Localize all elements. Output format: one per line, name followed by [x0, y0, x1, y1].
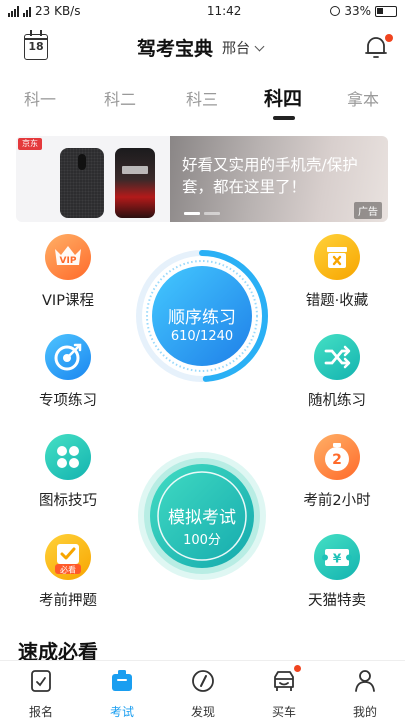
- sequential-practice-label: 顺序练习: [168, 308, 236, 328]
- bottom-navigation: 报名 考试 发现 买车 我的: [0, 660, 405, 720]
- topic-practice-label: 专项练习: [39, 393, 97, 409]
- checklist-icon: 必看: [45, 534, 91, 580]
- store-badge: 京东: [18, 138, 42, 150]
- ticket-icon-text: ¥: [333, 552, 342, 566]
- buy-car-badge: [294, 665, 301, 672]
- tmall-sale-label: 天猫特卖: [308, 593, 366, 609]
- active-tab-indicator: [273, 116, 295, 120]
- nav-buy-car-label: 买车: [271, 705, 296, 719]
- battery-percent: 33%: [344, 4, 371, 18]
- wrong-book-icon: [314, 234, 360, 280]
- phone-case-image: [60, 148, 104, 218]
- calendar-day: 18: [28, 40, 44, 53]
- city-selector[interactable]: 邢台: [222, 38, 265, 58]
- wrong-favorites-label: 错题·收藏: [305, 293, 369, 309]
- network-speed: 23 KB/s: [35, 4, 81, 18]
- signal-icon-2: [23, 6, 31, 17]
- tab-ke2[interactable]: 科二: [104, 86, 136, 110]
- alarm-icon: [330, 6, 341, 16]
- exam-score-text: 100分: [183, 533, 221, 548]
- vip-crown-icon: VIP: [45, 234, 91, 280]
- wrong-favorites-button[interactable]: 错题·收藏: [282, 234, 392, 310]
- nav-mine-label: 我的: [352, 705, 377, 719]
- random-practice-button[interactable]: 随机练习: [282, 334, 392, 410]
- tmall-sale-button[interactable]: ¥ 天猫特卖: [282, 534, 392, 610]
- tab-ke4[interactable]: 科四: [264, 84, 302, 111]
- chevron-down-icon: [254, 41, 265, 51]
- app-screen: 23 KB/s 11:42 33% 18 驾考宝典 邢台 科一 科二 科三 科四…: [0, 0, 405, 720]
- car-icon: [274, 671, 294, 691]
- signup-form-icon: [31, 670, 51, 692]
- nav-discover[interactable]: 发现: [168, 667, 238, 720]
- last-2-hours-label: 考前2小时: [303, 493, 371, 509]
- practice-progress-text: 610/1240: [170, 329, 234, 344]
- nav-signup-label: 报名: [28, 705, 53, 719]
- vip-course-button[interactable]: VIP VIP课程: [13, 234, 123, 310]
- calendar-button[interactable]: 18: [24, 30, 48, 60]
- ad-label: 广告: [354, 202, 382, 219]
- mock-exam-label: 模拟考试: [168, 508, 236, 528]
- tab-ke1[interactable]: 科一: [24, 86, 56, 110]
- nav-exam-label: 考试: [109, 705, 134, 719]
- notification-badge: [385, 34, 393, 42]
- shuffle-icon: [314, 334, 360, 380]
- banner-product-image: 京东: [16, 136, 170, 222]
- compass-icon: [192, 670, 214, 692]
- nav-exam[interactable]: 考试: [87, 667, 157, 720]
- timer-icon-text: 2: [332, 452, 342, 468]
- signal-icon: [8, 5, 19, 17]
- random-practice-label: 随机练习: [308, 393, 366, 409]
- app-header: 18 驾考宝典 邢台: [0, 28, 405, 68]
- nav-signup[interactable]: 报名: [6, 667, 76, 720]
- sign-tips-button[interactable]: 图标技巧: [13, 434, 123, 510]
- grid-dots-icon: [45, 434, 91, 480]
- last-2-hours-button[interactable]: 2 考前2小时: [282, 434, 392, 510]
- battery-icon: [375, 5, 397, 17]
- predict-questions-label: 考前押题: [39, 593, 97, 609]
- tab-naben[interactable]: 拿本: [347, 86, 379, 110]
- person-icon: [355, 670, 375, 692]
- nav-discover-label: 发现: [190, 705, 215, 719]
- carousel-dots: [184, 212, 220, 215]
- target-icon: [45, 334, 91, 380]
- nav-mine[interactable]: 我的: [330, 667, 400, 720]
- predict-icon-text: 必看: [60, 565, 76, 575]
- app-title: 驾考宝典: [137, 38, 214, 60]
- vip-icon-text: VIP: [60, 256, 77, 266]
- banner-text-area: 好看又实用的手机壳/保护套，都在这里了！ 广告: [170, 136, 388, 222]
- nav-buy-car[interactable]: 买车: [249, 665, 319, 720]
- ticket-icon: ¥: [314, 534, 360, 580]
- sign-tips-label: 图标技巧: [39, 493, 97, 509]
- banner-text: 好看又实用的手机壳/保护套，都在这里了！: [182, 156, 358, 196]
- ad-banner[interactable]: 京东 好看又实用的手机壳/保护套，都在这里了！ 广告: [16, 136, 388, 222]
- topic-practice-button[interactable]: 专项练习: [13, 334, 123, 410]
- exam-briefcase-icon: [112, 670, 132, 691]
- clock: 11:42: [206, 4, 242, 18]
- vip-course-label: VIP课程: [42, 293, 94, 309]
- tab-ke3[interactable]: 科三: [186, 86, 218, 110]
- timer-icon: 2: [314, 434, 360, 480]
- status-bar: 23 KB/s 11:42 33%: [0, 0, 405, 22]
- subject-tabs: 科一 科二 科三 科四 拿本: [0, 80, 405, 120]
- city-label: 邢台: [222, 41, 250, 57]
- phone-image: [115, 148, 155, 218]
- predict-questions-button[interactable]: 必看 考前押题: [13, 534, 123, 610]
